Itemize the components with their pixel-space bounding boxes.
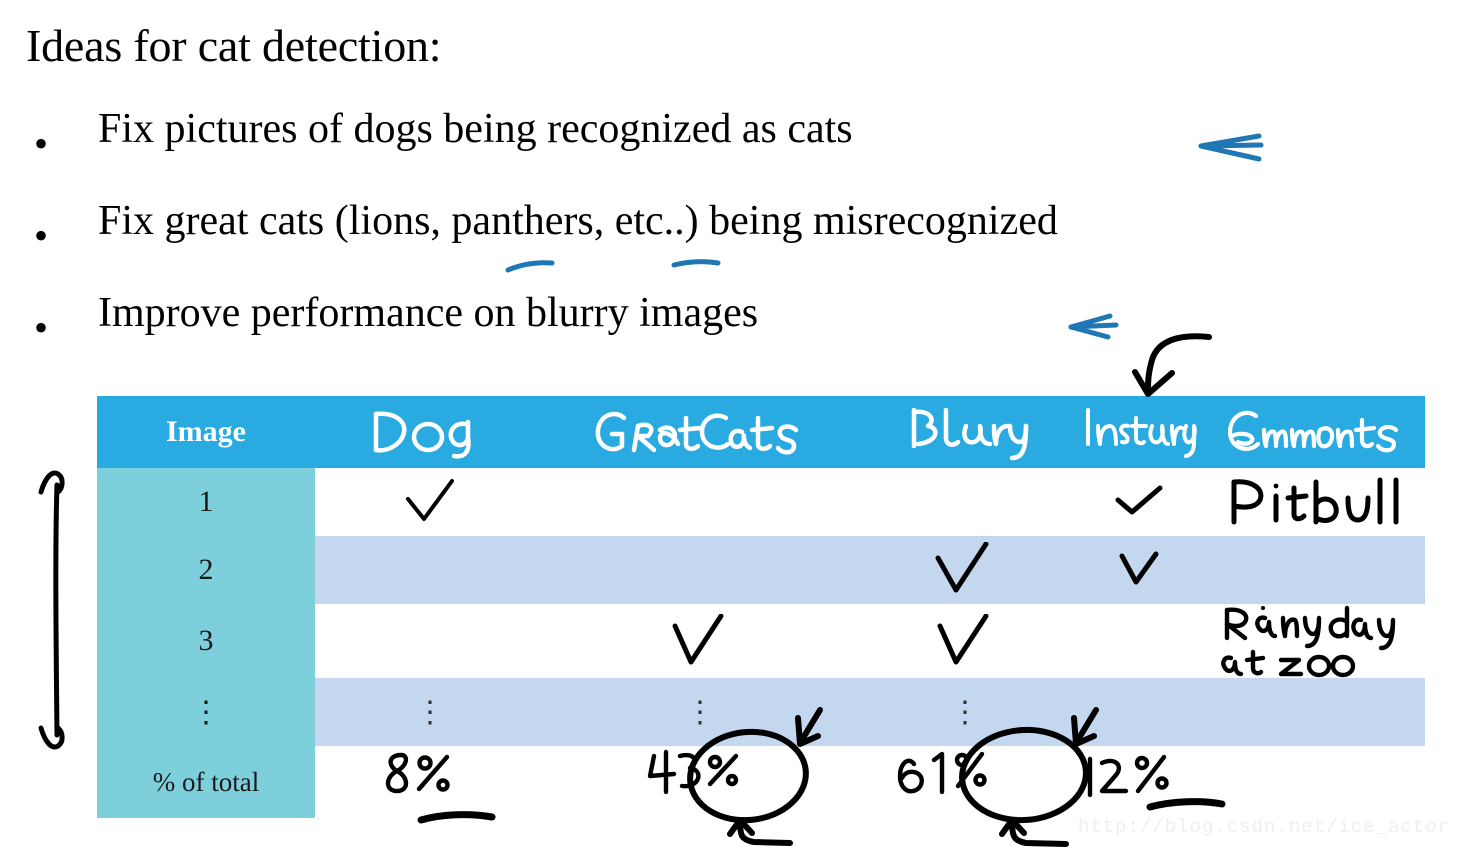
cell-row2-dog [315, 536, 545, 604]
column-header-comments [1205, 396, 1425, 468]
page-title: Ideas for cat detection: [26, 20, 442, 71]
cell-row3-blurry [855, 604, 1075, 678]
cell-row1-blurry [855, 468, 1075, 536]
row-index-ellipsis: ⋮ [97, 678, 315, 746]
bullet-list: • Fix pictures of dogs being recognized … [26, 108, 1458, 384]
row-index-1: 1 [97, 468, 315, 536]
results-table: Image 1 2 3 ⋮ ⋮ ⋮ ⋮ % of total [97, 396, 1425, 818]
cell-total-dog [315, 746, 545, 818]
up-arrow-great-cats-icon [727, 817, 793, 846]
cell-total-great-cats [545, 746, 855, 818]
bullet-marker-icon: • [34, 305, 49, 350]
table-row: 2 [97, 536, 1425, 604]
up-arrow-blurry-icon [999, 817, 1069, 847]
cell-row2-comments [1205, 536, 1425, 604]
watermark-url: http://blog.csdn.net/ice_actor [1077, 816, 1450, 838]
column-header-image: Image [97, 396, 315, 468]
table-header-row: Image [97, 396, 1425, 468]
cell-row2-instagram [1075, 536, 1205, 604]
cell-row2-blurry [855, 536, 1075, 604]
column-header-blurry [855, 396, 1075, 468]
column-header-great-cats [545, 396, 855, 468]
cell-row3-comments [1205, 604, 1425, 678]
cell-row4-comments [1205, 678, 1425, 746]
bullet-item-3-label: Improve performance on blurry images [98, 290, 759, 336]
bullet-item-1-label: Fix pictures of dogs being recognized as… [98, 106, 853, 152]
cell-row4-great-cats: ⋮ [545, 678, 855, 746]
column-header-dog [315, 396, 545, 468]
table-header: Image [97, 396, 1425, 468]
table-total-row: % of total [97, 746, 1425, 818]
row-index-2: 2 [97, 536, 315, 604]
cell-row4-blurry: ⋮ [855, 678, 1075, 746]
table-row: 1 [97, 468, 1425, 536]
cell-row3-dog [315, 604, 545, 678]
cell-row4-instagram [1075, 678, 1205, 746]
cell-total-instagram [1075, 746, 1205, 818]
bullet-marker-icon: • [34, 213, 49, 258]
bullet-item-2: • Fix great cats (lions, panthers, etc..… [26, 200, 1458, 292]
black-double-arrow-rows-icon [38, 470, 65, 750]
bullet-item-2-label: Fix great cats (lions, panthers, etc..) … [98, 198, 1058, 244]
cell-total-blurry [855, 746, 1075, 818]
table-row: 3 [97, 604, 1425, 678]
cell-row4-dog: ⋮ [315, 678, 545, 746]
cell-row1-instagram [1075, 468, 1205, 536]
cell-row3-instagram [1075, 604, 1205, 678]
cell-row1-comments [1205, 468, 1425, 536]
table-row: ⋮ ⋮ ⋮ ⋮ [97, 678, 1425, 746]
row-label-percent-of-total: % of total [97, 746, 315, 818]
cell-row1-great-cats [545, 468, 855, 536]
table-body: 1 2 3 ⋮ ⋮ ⋮ ⋮ % of total [97, 468, 1425, 818]
bullet-item-1: • Fix pictures of dogs being recognized … [26, 108, 1458, 200]
bullet-item-3: • Improve performance on blurry images [26, 292, 1458, 384]
cell-row1-dog [315, 468, 545, 536]
column-header-instagram [1075, 396, 1205, 468]
bullet-marker-icon: • [34, 121, 49, 166]
cell-row2-great-cats [545, 536, 855, 604]
cell-row3-great-cats [545, 604, 855, 678]
row-index-3: 3 [97, 604, 315, 678]
cell-total-comments [1205, 746, 1425, 818]
